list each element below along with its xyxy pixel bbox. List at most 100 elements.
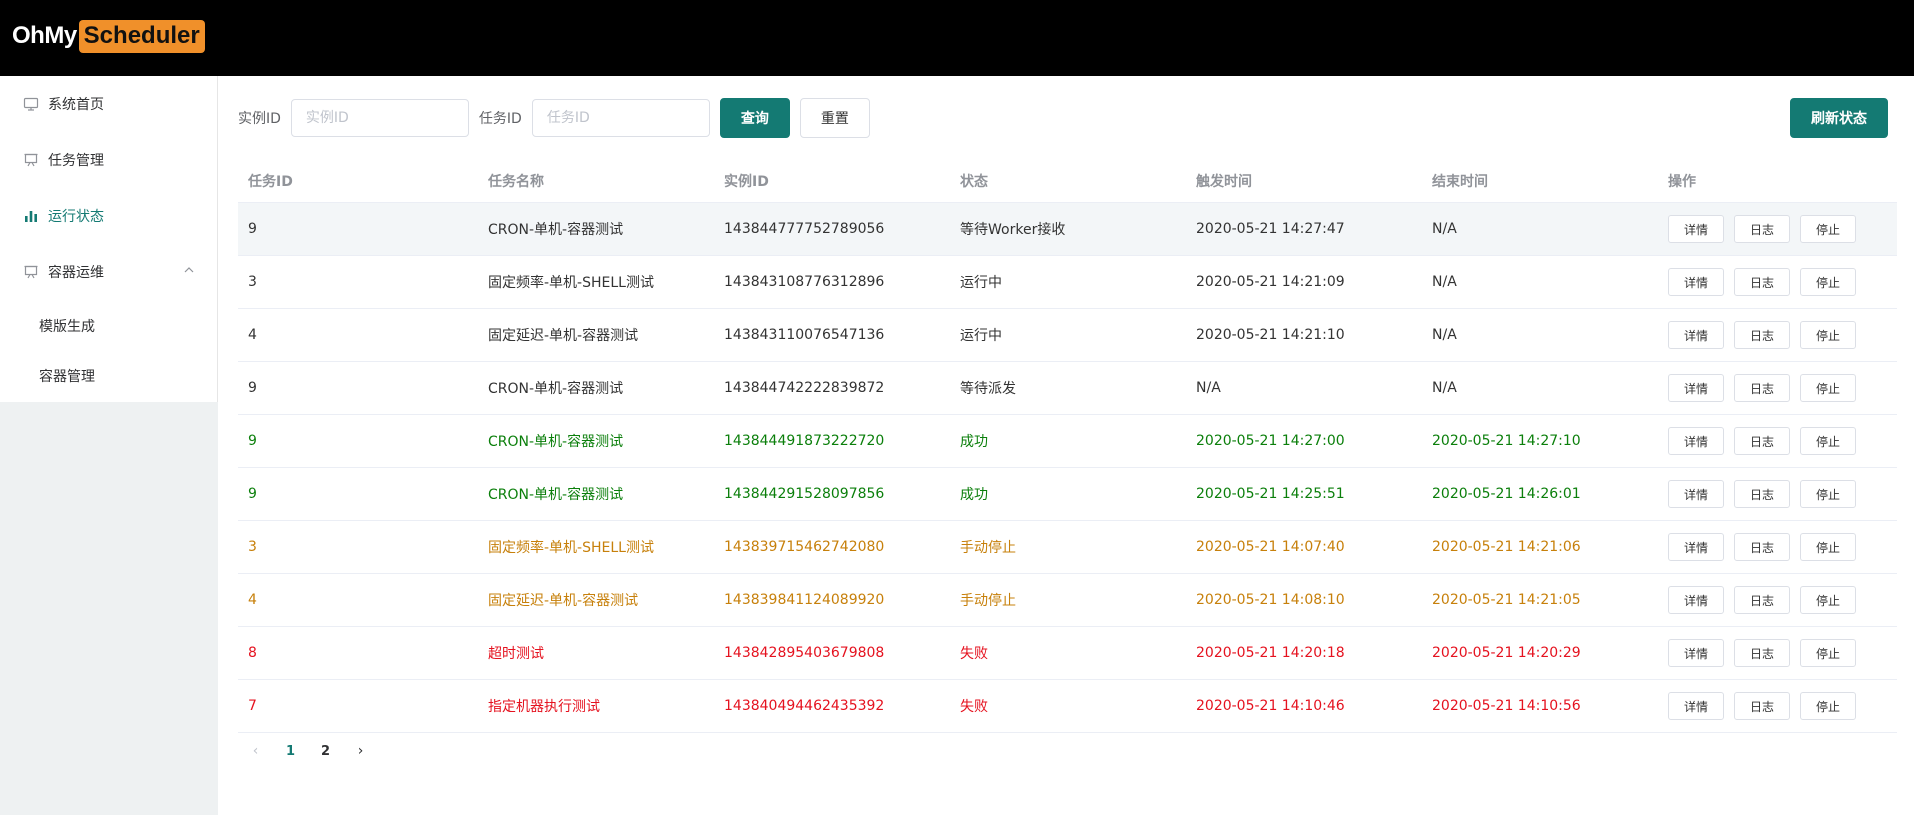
log-button[interactable]: 日志 xyxy=(1734,215,1790,243)
detail-button[interactable]: 详情 xyxy=(1668,480,1724,508)
detail-button[interactable]: 详情 xyxy=(1668,268,1724,296)
sidebar-subitem-template[interactable]: 模版生成 xyxy=(0,301,217,351)
sidebar-item-home[interactable]: 系统首页 xyxy=(0,76,217,132)
cell-status: 等待派发 xyxy=(960,381,1016,397)
stop-button[interactable]: 停止 xyxy=(1800,639,1856,667)
cell-status: 手动停止 xyxy=(960,593,1016,609)
cell-job-id: 9 xyxy=(248,433,257,449)
presentation-icon xyxy=(22,263,40,281)
detail-button[interactable]: 详情 xyxy=(1668,374,1724,402)
cell-finish-time: N/A xyxy=(1432,274,1457,290)
table-row[interactable]: 9 CRON-单机-容器测试 143844777752789056 等待Worker接… xyxy=(238,203,1897,256)
cell-trigger-time: 2020-05-21 14:08:10 xyxy=(1196,592,1345,608)
cell-actions: 详情 日志 停止 xyxy=(1658,415,1897,467)
column-header: 触发时间 xyxy=(1196,174,1252,190)
chevron-left-icon[interactable]: ‹ xyxy=(238,743,273,759)
column-header: 任务名称 xyxy=(488,174,544,190)
logo-highlight: Scheduler xyxy=(78,19,205,53)
cell-status: 失败 xyxy=(960,699,988,715)
cell-actions: 详情 日志 停止 xyxy=(1658,256,1897,308)
cell-job-name: 固定频率-单机-SHELL测试 xyxy=(488,540,654,556)
stop-button[interactable]: 停止 xyxy=(1800,586,1856,614)
sidebar-item-container-ops[interactable]: 容器运维 xyxy=(0,244,217,300)
stop-button[interactable]: 停止 xyxy=(1800,374,1856,402)
cell-instance-id: 143844491873222720 xyxy=(724,433,885,449)
search-form: 实例ID 任务ID 查询 重置 xyxy=(238,98,870,138)
log-button[interactable]: 日志 xyxy=(1734,480,1790,508)
cell-job-id: 9 xyxy=(248,486,257,502)
table-row[interactable]: 9 CRON-单机-容器测试 143844291528097856 成功 2020-05… xyxy=(238,468,1897,521)
job-id-input[interactable] xyxy=(531,99,710,137)
stop-button[interactable]: 停止 xyxy=(1800,692,1856,720)
table-row[interactable]: 7 指定机器执行测试 143840494462435392 失败 2020-05-21 … xyxy=(238,680,1897,733)
instance-id-input[interactable] xyxy=(290,99,469,137)
query-button[interactable]: 查询 xyxy=(719,98,790,138)
cell-job-id: 4 xyxy=(248,327,257,343)
sidebar-menu: 系统首页 任务管理 运行状态 容器运维 模版生成 容器管理 xyxy=(0,76,218,402)
cell-actions: 详情 日志 停止 xyxy=(1658,521,1897,573)
cell-finish-time: 2020-05-21 14:27:10 xyxy=(1432,433,1581,449)
cell-actions: 详情 日志 停止 xyxy=(1658,574,1897,626)
detail-button[interactable]: 详情 xyxy=(1668,215,1724,243)
cell-finish-time: 2020-05-21 14:26:01 xyxy=(1432,486,1581,502)
cell-job-name: 指定机器执行测试 xyxy=(488,699,600,715)
log-button[interactable]: 日志 xyxy=(1734,427,1790,455)
sidebar-subitem-containers[interactable]: 容器管理 xyxy=(0,351,217,401)
detail-button[interactable]: 详情 xyxy=(1668,586,1724,614)
table-header: 任务ID 任务名称 实例ID 状态 触发时间 结束时间 操作 xyxy=(238,160,1897,203)
table-row[interactable]: 9 CRON-单机-容器测试 143844491873222720 成功 2020-05… xyxy=(238,415,1897,468)
table-row[interactable]: 4 固定延迟-单机-容器测试 143839841124089920 手动停止 2020-… xyxy=(238,574,1897,627)
stop-button[interactable]: 停止 xyxy=(1800,215,1856,243)
stop-button[interactable]: 停止 xyxy=(1800,480,1856,508)
cell-trigger-time: 2020-05-21 14:21:10 xyxy=(1196,327,1345,343)
page-2-button[interactable]: 2 xyxy=(308,744,343,759)
job-id-label: 任务ID xyxy=(478,111,522,127)
log-button[interactable]: 日志 xyxy=(1734,374,1790,402)
cell-actions: 详情 日志 停止 xyxy=(1658,203,1897,255)
cell-job-name: 固定延迟-单机-容器测试 xyxy=(488,328,639,344)
presentation-icon xyxy=(22,151,40,169)
chevron-right-icon[interactable]: › xyxy=(343,743,378,759)
cell-instance-id: 143844742222839872 xyxy=(724,380,885,396)
detail-button[interactable]: 详情 xyxy=(1668,692,1724,720)
sidebar-item-jobs[interactable]: 任务管理 xyxy=(0,132,217,188)
detail-button[interactable]: 详情 xyxy=(1668,533,1724,561)
cell-job-name: CRON-单机-容器测试 xyxy=(488,487,624,503)
monitor-icon xyxy=(22,95,40,113)
page-1-button[interactable]: 1 xyxy=(273,744,308,759)
cell-trigger-time: 2020-05-21 14:25:51 xyxy=(1196,486,1345,502)
table-row[interactable]: 4 固定延迟-单机-容器测试 143843110076547136 运行中 2020-0… xyxy=(238,309,1897,362)
sidebar-item-status[interactable]: 运行状态 xyxy=(0,188,217,244)
stop-button[interactable]: 停止 xyxy=(1800,268,1856,296)
table-row[interactable]: 8 超时测试 143842895403679808 失败 2020-05-21 14:2… xyxy=(238,627,1897,680)
log-button[interactable]: 日志 xyxy=(1734,533,1790,561)
bar-chart-icon xyxy=(22,207,40,225)
cell-trigger-time: N/A xyxy=(1196,380,1221,396)
table-row[interactable]: 9 CRON-单机-容器测试 143844742222839872 等待派发 N/A N/… xyxy=(238,362,1897,415)
chevron-up-icon[interactable] xyxy=(183,264,195,279)
stop-button[interactable]: 停止 xyxy=(1800,533,1856,561)
detail-button[interactable]: 详情 xyxy=(1668,639,1724,667)
log-button[interactable]: 日志 xyxy=(1734,692,1790,720)
cell-job-id: 8 xyxy=(248,645,257,661)
sidebar-item-label: 任务管理 xyxy=(48,153,104,169)
reset-button[interactable]: 重置 xyxy=(799,98,870,138)
refresh-status-button[interactable]: 刷新状态 xyxy=(1790,98,1888,138)
log-button[interactable]: 日志 xyxy=(1734,639,1790,667)
log-button[interactable]: 日志 xyxy=(1734,321,1790,349)
cell-job-name: 超时测试 xyxy=(488,646,544,662)
log-button[interactable]: 日志 xyxy=(1734,586,1790,614)
detail-button[interactable]: 详情 xyxy=(1668,321,1724,349)
cell-finish-time: 2020-05-21 14:21:06 xyxy=(1432,539,1581,555)
cell-instance-id: 143839841124089920 xyxy=(724,592,885,608)
app-logo[interactable]: OhMy Scheduler xyxy=(12,19,205,53)
detail-button[interactable]: 详情 xyxy=(1668,427,1724,455)
stop-button[interactable]: 停止 xyxy=(1800,427,1856,455)
table-row[interactable]: 3 固定频率-单机-SHELL测试 143839715462742080 手动停止 20… xyxy=(238,521,1897,574)
log-button[interactable]: 日志 xyxy=(1734,268,1790,296)
cell-actions: 详情 日志 停止 xyxy=(1658,627,1897,679)
stop-button[interactable]: 停止 xyxy=(1800,321,1856,349)
column-header: 操作 xyxy=(1668,174,1696,190)
table-row[interactable]: 3 固定频率-单机-SHELL测试 143843108776312896 运行中 202… xyxy=(238,256,1897,309)
cell-job-name: 固定延迟-单机-容器测试 xyxy=(488,593,639,609)
